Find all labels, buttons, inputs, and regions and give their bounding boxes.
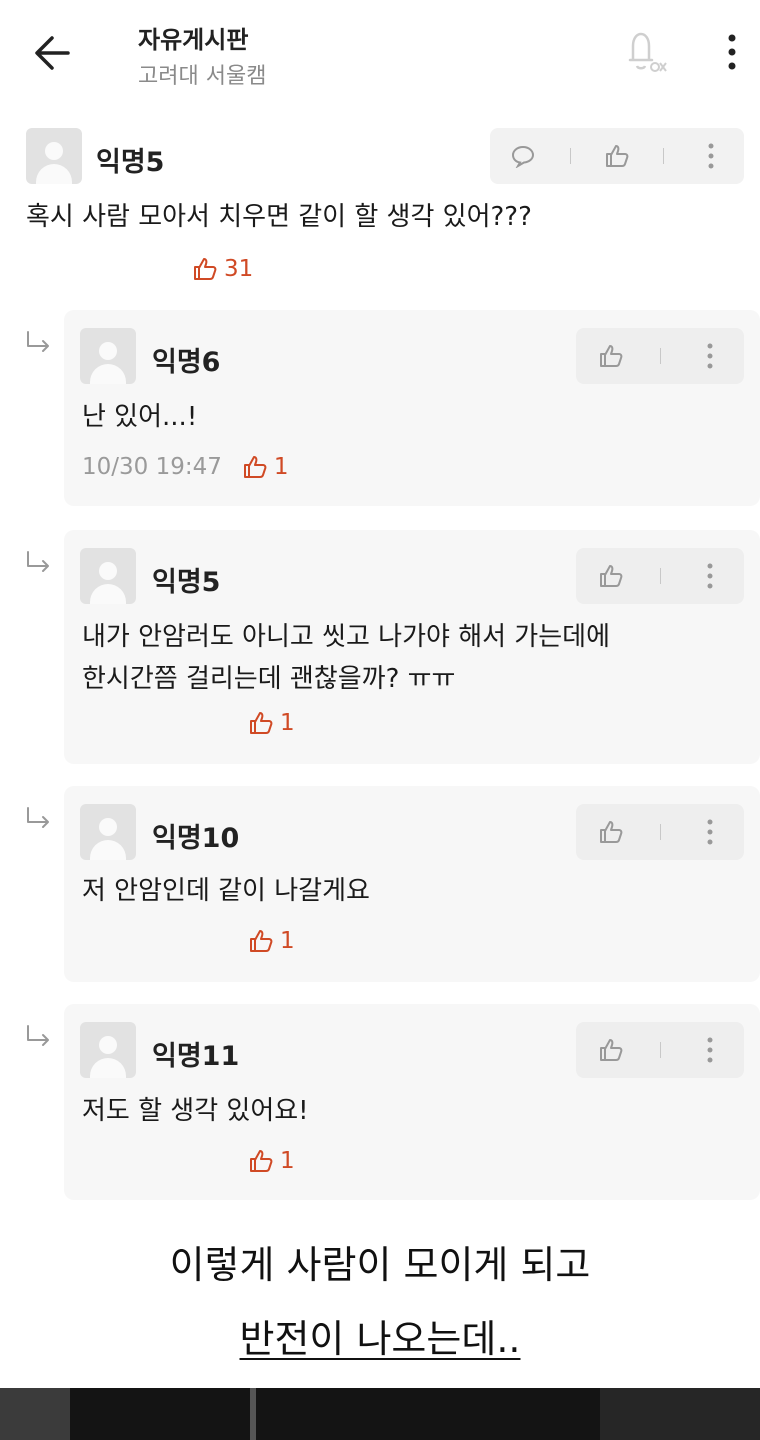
reply-bubble-icon[interactable] — [503, 136, 543, 176]
comment-more-icon[interactable] — [690, 812, 730, 852]
board-title: 자유게시판 — [138, 26, 249, 54]
caption-line-2: 반전이 나오는데.. — [0, 1308, 760, 1363]
thumbs-up-icon[interactable] — [591, 1030, 631, 1070]
thumbs-up-icon[interactable] — [591, 556, 631, 596]
more-menu-icon[interactable] — [720, 28, 744, 76]
comment-more-icon[interactable] — [690, 336, 730, 376]
like-count: 31 — [192, 256, 253, 282]
comment-author: 익명5 — [96, 147, 165, 178]
campus-subtitle: 고려대 서울캠 — [138, 64, 267, 89]
reply-comment: 익명5 내가 안암러도 아니고 씻고 나가야 해서 가는데에 한시간쯤 걸리는데… — [64, 530, 760, 764]
reply-comment: 익명11 저도 할 생각 있어요! 1 — [64, 1004, 760, 1200]
comment-actions — [490, 128, 744, 184]
comment-author: 익명10 — [152, 823, 240, 854]
comment-actions — [576, 548, 744, 604]
comment-meta: 1 — [248, 710, 295, 736]
reply-comment: 익명6 난 있어...! 10/30 19:47 1 — [64, 310, 760, 506]
like-thumbs-icon — [250, 930, 273, 952]
like-count: 1 — [248, 928, 295, 954]
like-count-value: 1 — [280, 928, 295, 954]
like-thumbs-icon — [250, 1150, 273, 1172]
comment-actions — [576, 1022, 744, 1078]
comment-meta: 1 — [248, 928, 295, 954]
avatar — [26, 128, 82, 184]
avatar — [80, 548, 136, 604]
like-thumbs-icon — [194, 258, 217, 280]
like-thumbs-icon — [243, 456, 267, 478]
like-count: 1 — [248, 710, 295, 736]
comment-meta: 10/30 19:47 1 — [82, 454, 289, 480]
thumbs-up-icon[interactable] — [591, 336, 631, 376]
comment-meta: 1 — [248, 1148, 295, 1174]
comment-text: 내가 안암러도 아니고 씻고 나가야 해서 가는데에 한시간쯤 걸리는데 괜찮을… — [82, 622, 610, 694]
avatar — [80, 328, 136, 384]
like-count-value: 1 — [280, 1148, 295, 1174]
caption-line-2-text: 반전이 나오는데.. — [239, 1317, 521, 1361]
reply-indicator-icon — [24, 804, 54, 834]
comment-author: 익명6 — [152, 347, 221, 378]
avatar — [80, 1022, 136, 1078]
comment-meta: 31 — [192, 256, 253, 282]
avatar — [80, 804, 136, 860]
comment-more-icon[interactable] — [690, 1030, 730, 1070]
thumbs-up-icon[interactable] — [591, 812, 631, 852]
reply-indicator-icon — [24, 1022, 54, 1052]
comment-text: 저도 할 생각 있어요! — [82, 1096, 309, 1126]
caption-line-1: 이렇게 사람이 모이게 되고 — [169, 1243, 591, 1287]
reply-indicator-icon — [24, 548, 54, 578]
back-arrow-icon[interactable] — [28, 30, 78, 76]
comment-text: 저 안암인데 같이 나갈게요 — [82, 876, 370, 906]
reply-comment: 익명10 저 안암인데 같이 나갈게요 1 — [64, 786, 760, 982]
app-header: 자유게시판 고려대 서울캠 — [0, 0, 760, 110]
like-thumbs-icon — [250, 712, 273, 734]
comment-text: 난 있어...! — [82, 402, 198, 432]
comment-author: 익명5 — [152, 567, 221, 598]
like-count: 1 — [242, 454, 289, 480]
like-count-value: 1 — [280, 710, 295, 736]
comment-author: 익명11 — [152, 1041, 240, 1072]
reply-indicator-icon — [24, 328, 54, 358]
comment-text: 혹시 사람 모아서 치우면 같이 할 생각 있어??? — [26, 202, 532, 232]
photo-strip — [0, 1388, 760, 1440]
thumbs-up-icon[interactable] — [597, 136, 637, 176]
comment-time: 10/30 19:47 — [82, 454, 222, 480]
comment-more-icon[interactable] — [690, 556, 730, 596]
like-count-value: 31 — [224, 256, 254, 282]
comment-actions — [576, 328, 744, 384]
like-count: 1 — [248, 1148, 295, 1174]
comment-actions — [576, 804, 744, 860]
like-count-value: 1 — [273, 454, 289, 480]
comment-more-icon[interactable] — [691, 136, 731, 176]
notification-off-bell-icon[interactable] — [622, 26, 668, 76]
